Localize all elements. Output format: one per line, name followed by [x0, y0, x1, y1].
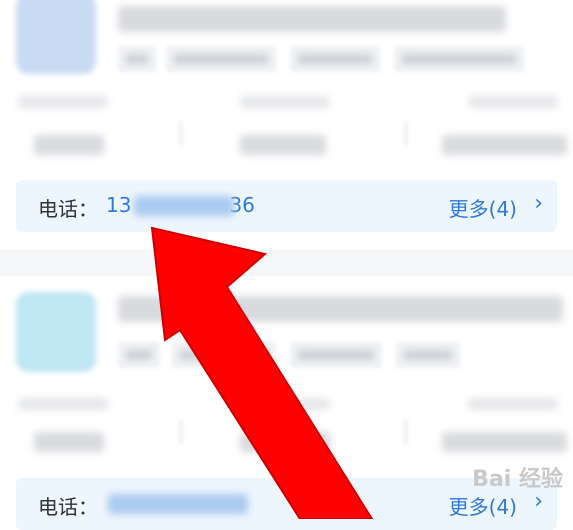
more-phones-link[interactable]: 更多(4) — [449, 491, 517, 520]
phone-number-blurred — [134, 196, 234, 216]
phone-number-blurred[interactable] — [108, 494, 248, 514]
field-label-blurred — [240, 96, 330, 108]
divider — [180, 122, 182, 146]
card-separator — [0, 250, 573, 276]
field-label-blurred — [468, 398, 558, 410]
more-phones-link[interactable]: 更多(4) — [449, 193, 517, 222]
company-tag — [172, 342, 276, 368]
company-logo — [16, 292, 96, 372]
divider — [405, 420, 407, 444]
phone-label: 电话： — [38, 197, 98, 221]
field-label-blurred — [18, 398, 108, 410]
phone-bar[interactable]: 电话： 13 36 更多(4) › — [16, 180, 557, 232]
capital-blurred — [240, 135, 326, 155]
date-blurred — [442, 432, 567, 452]
company-name-blurred — [118, 296, 563, 322]
company-tag — [396, 342, 460, 368]
divider — [405, 122, 407, 146]
company-card-1[interactable]: 电话： 13 36 更多(4) › — [0, 0, 573, 250]
company-tag — [166, 46, 276, 72]
date-blurred — [442, 135, 567, 155]
company-tag — [118, 46, 156, 72]
field-label-blurred — [468, 96, 558, 108]
field-label-blurred — [18, 96, 108, 108]
company-logo — [16, 0, 96, 74]
capital-blurred — [240, 432, 330, 452]
phone-label: 电话： — [38, 495, 98, 519]
company-tag — [290, 342, 382, 368]
legal-rep-blurred — [34, 432, 104, 452]
company-name-blurred — [118, 6, 506, 32]
company-tag — [394, 46, 524, 72]
legal-rep-blurred — [34, 135, 104, 155]
company-tag — [118, 342, 160, 368]
field-label-blurred — [240, 398, 330, 410]
chevron-right-icon[interactable]: › — [534, 191, 543, 216]
divider — [180, 420, 182, 444]
baidu-watermark: Bai 经验 — [472, 467, 563, 492]
company-tag — [290, 46, 380, 72]
